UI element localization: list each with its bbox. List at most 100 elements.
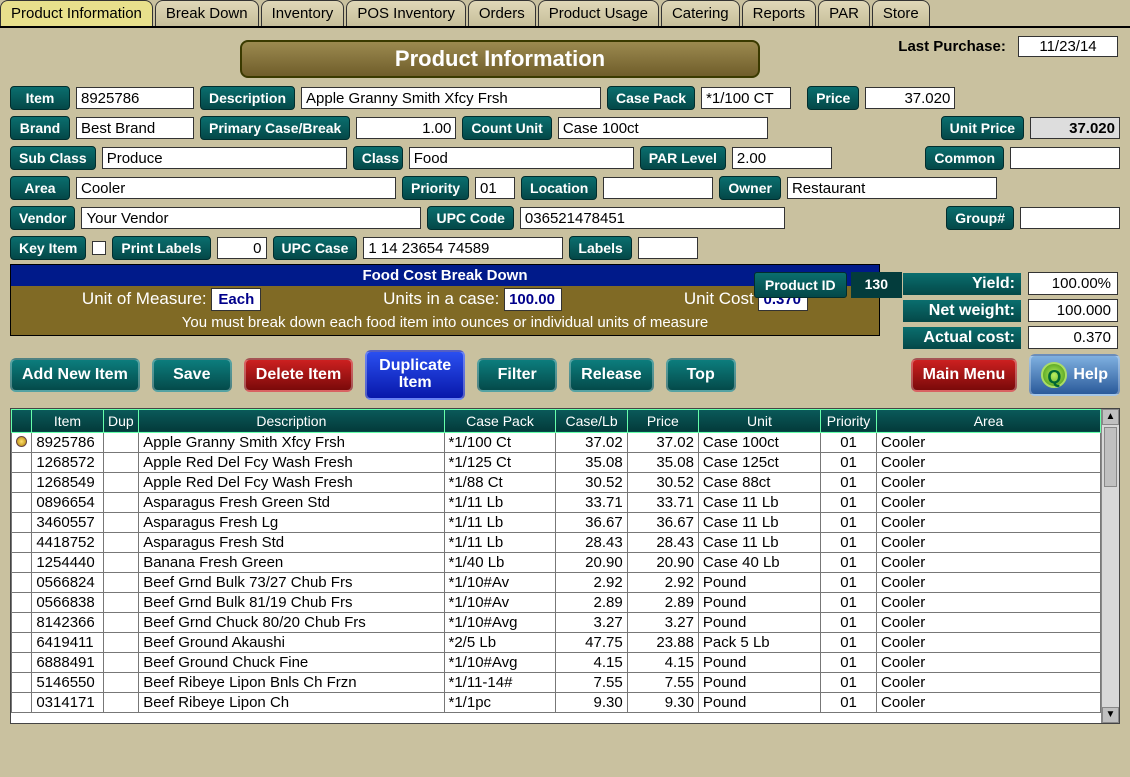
- table-row[interactable]: 0566824Beef Grnd Bulk 73/27 Chub Frs*1/1…: [12, 572, 1101, 592]
- item-label[interactable]: Item: [10, 86, 70, 110]
- primary-cb-label[interactable]: Primary Case/Break: [200, 116, 350, 140]
- group-field[interactable]: [1020, 207, 1120, 229]
- table-row[interactable]: 4418752Asparagus Fresh Std*1/11 Lb28.432…: [12, 532, 1101, 552]
- table-row[interactable]: 8142366Beef Grnd Chuck 80/20 Chub Frs*1/…: [12, 612, 1101, 632]
- area-label[interactable]: Area: [10, 176, 70, 200]
- case-pack-field[interactable]: *1/100 CT: [701, 87, 791, 109]
- brand-label[interactable]: Brand: [10, 116, 70, 140]
- vendor-field[interactable]: Your Vendor: [81, 207, 421, 229]
- sub-class-field[interactable]: Produce: [102, 147, 347, 169]
- tab-pos-inventory[interactable]: POS Inventory: [346, 0, 466, 26]
- unit-price-label[interactable]: Unit Price: [941, 116, 1024, 140]
- row-selector[interactable]: [12, 432, 32, 452]
- brand-field[interactable]: Best Brand: [76, 117, 194, 139]
- tab-break-down[interactable]: Break Down: [155, 0, 259, 26]
- yield-value[interactable]: 100.00%: [1028, 272, 1118, 295]
- grid-header[interactable]: [12, 409, 32, 432]
- tab-store[interactable]: Store: [872, 0, 930, 26]
- row-selector[interactable]: [12, 512, 32, 532]
- upc-code-label[interactable]: UPC Code: [427, 206, 513, 230]
- common-field[interactable]: [1010, 147, 1120, 169]
- case-pack-label[interactable]: Case Pack: [607, 86, 695, 110]
- table-row[interactable]: 6888491Beef Ground Chuck Fine*1/10#Avg4.…: [12, 652, 1101, 672]
- grid-header[interactable]: Price: [627, 409, 698, 432]
- count-unit-label[interactable]: Count Unit: [462, 116, 552, 140]
- top-button[interactable]: Top: [666, 358, 736, 392]
- primary-cb-field[interactable]: 1.00: [356, 117, 456, 139]
- labels-button[interactable]: Labels: [569, 236, 631, 260]
- uom-field[interactable]: Each: [211, 288, 261, 311]
- help-button[interactable]: QHelp: [1029, 354, 1120, 396]
- grid-header[interactable]: Unit: [698, 409, 820, 432]
- grid-header[interactable]: Dup: [103, 409, 139, 432]
- scroll-up-icon[interactable]: ▲: [1102, 409, 1119, 425]
- tab-orders[interactable]: Orders: [468, 0, 536, 26]
- key-item-label[interactable]: Key Item: [10, 236, 86, 260]
- owner-label[interactable]: Owner: [719, 176, 781, 200]
- save-button[interactable]: Save: [152, 358, 232, 392]
- table-row[interactable]: 0314171Beef Ribeye Lipon Ch*1/1pc9.309.3…: [12, 692, 1101, 712]
- table-row[interactable]: 5146550Beef Ribeye Lipon Bnls Ch Frzn*1/…: [12, 672, 1101, 692]
- tab-par[interactable]: PAR: [818, 0, 870, 26]
- description-label[interactable]: Description: [200, 86, 295, 110]
- class-field[interactable]: Food: [409, 147, 634, 169]
- location-label[interactable]: Location: [521, 176, 597, 200]
- uic-field[interactable]: 100.00: [504, 288, 562, 311]
- labels-field[interactable]: [638, 237, 698, 259]
- upc-code-field[interactable]: 036521478451: [520, 207, 785, 229]
- row-selector[interactable]: [12, 692, 32, 712]
- duplicate-item-button[interactable]: DuplicateItem: [365, 350, 465, 400]
- price-field[interactable]: 37.020: [865, 87, 955, 109]
- table-row[interactable]: 0566838Beef Grnd Bulk 81/19 Chub Frs*1/1…: [12, 592, 1101, 612]
- row-selector[interactable]: [12, 672, 32, 692]
- grid-header[interactable]: Case/Lb: [556, 409, 627, 432]
- sub-class-label[interactable]: Sub Class: [10, 146, 96, 170]
- upc-case-label[interactable]: UPC Case: [273, 236, 358, 260]
- tab-inventory[interactable]: Inventory: [261, 0, 345, 26]
- row-selector[interactable]: [12, 552, 32, 572]
- print-labels-field[interactable]: 0: [217, 237, 267, 259]
- scrollbar[interactable]: ▲ ▼: [1101, 409, 1119, 723]
- row-selector[interactable]: [12, 632, 32, 652]
- table-row[interactable]: 1268549Apple Red Del Fcy Wash Fresh*1/88…: [12, 472, 1101, 492]
- count-unit-field[interactable]: Case 100ct: [558, 117, 768, 139]
- add-new-item-button[interactable]: Add New Item: [10, 358, 140, 392]
- row-selector[interactable]: [12, 452, 32, 472]
- release-button[interactable]: Release: [569, 358, 654, 392]
- common-label[interactable]: Common: [925, 146, 1004, 170]
- grid-header[interactable]: Case Pack: [444, 409, 556, 432]
- key-item-checkbox[interactable]: [92, 241, 106, 255]
- tab-product-information[interactable]: Product Information: [0, 0, 153, 26]
- row-selector[interactable]: [12, 492, 32, 512]
- grid-header[interactable]: Item: [32, 409, 103, 432]
- actual-cost-value[interactable]: 0.370: [1028, 326, 1118, 349]
- table-row[interactable]: 1268572Apple Red Del Fcy Wash Fresh*1/12…: [12, 452, 1101, 472]
- upc-case-field[interactable]: 1 14 23654 74589: [363, 237, 563, 259]
- owner-field[interactable]: Restaurant: [787, 177, 997, 199]
- row-selector[interactable]: [12, 652, 32, 672]
- area-field[interactable]: Cooler: [76, 177, 396, 199]
- vendor-label[interactable]: Vendor: [10, 206, 75, 230]
- table-row[interactable]: 0896654Asparagus Fresh Green Std*1/11 Lb…: [12, 492, 1101, 512]
- grid-header[interactable]: Priority: [821, 409, 877, 432]
- row-selector[interactable]: [12, 592, 32, 612]
- grid-header[interactable]: Area: [877, 409, 1101, 432]
- par-level-label[interactable]: PAR Level: [640, 146, 726, 170]
- price-label[interactable]: Price: [807, 86, 859, 110]
- print-labels-label[interactable]: Print Labels: [112, 236, 210, 260]
- row-selector[interactable]: [12, 612, 32, 632]
- filter-button[interactable]: Filter: [477, 358, 557, 392]
- tab-reports[interactable]: Reports: [742, 0, 817, 26]
- class-label[interactable]: Class: [353, 146, 403, 170]
- location-field[interactable]: [603, 177, 713, 199]
- item-field[interactable]: 8925786: [76, 87, 194, 109]
- table-row[interactable]: 6419411Beef Ground Akaushi*2/5 Lb47.7523…: [12, 632, 1101, 652]
- scroll-thumb[interactable]: [1104, 427, 1117, 487]
- scroll-down-icon[interactable]: ▼: [1102, 707, 1119, 723]
- table-row[interactable]: 1254440Banana Fresh Green*1/40 Lb20.9020…: [12, 552, 1101, 572]
- table-row[interactable]: 8925786Apple Granny Smith Xfcy Frsh*1/10…: [12, 432, 1101, 452]
- priority-label[interactable]: Priority: [402, 176, 469, 200]
- net-weight-value[interactable]: 100.000: [1028, 299, 1118, 322]
- priority-field[interactable]: 01: [475, 177, 515, 199]
- table-row[interactable]: 3460557Asparagus Fresh Lg*1/11 Lb36.6736…: [12, 512, 1101, 532]
